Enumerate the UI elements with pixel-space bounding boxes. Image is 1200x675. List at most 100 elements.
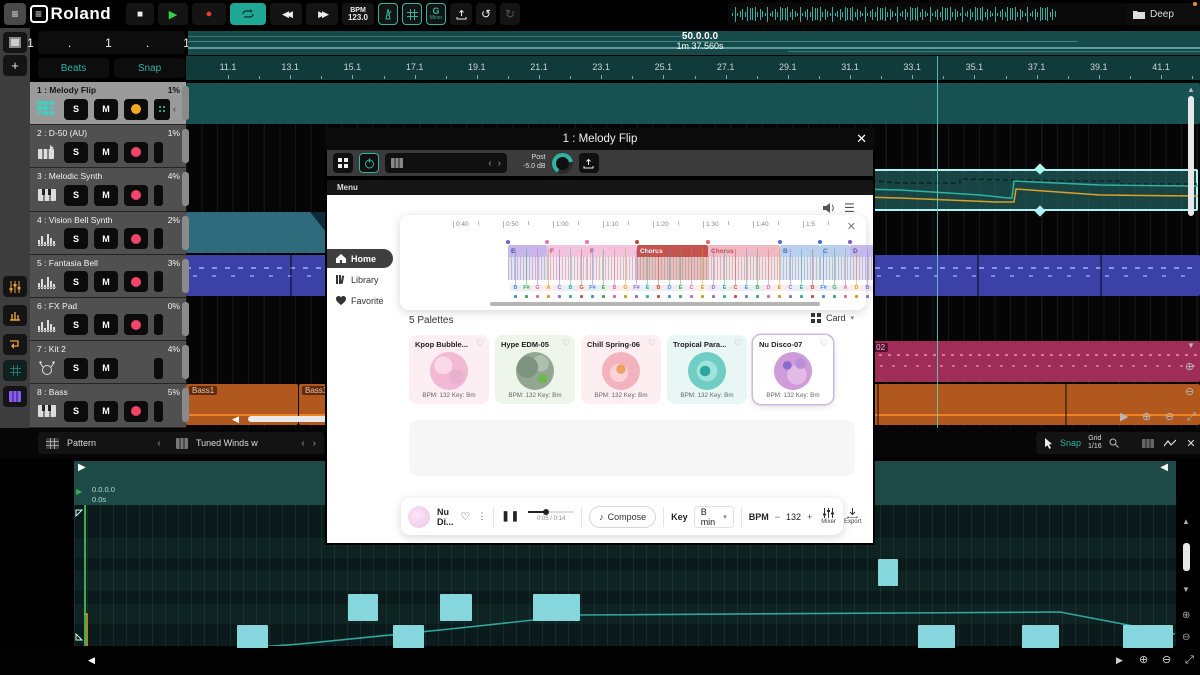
magnifier-icon[interactable] [1109, 438, 1119, 448]
track-row[interactable]: 7 : Kit 24%SM [30, 341, 186, 383]
track-row[interactable]: 4 : Vision Bell Synth2%SM [30, 212, 186, 254]
mute-button[interactable]: M [94, 185, 118, 206]
plugin-preset-dropdown[interactable]: ‹ › [385, 153, 507, 173]
piano-roll-button[interactable] [3, 386, 27, 407]
nav-item-library[interactable]: Library [327, 270, 389, 289]
note-block[interactable] [533, 594, 580, 621]
palette-dropzone[interactable] [409, 420, 855, 476]
record-arm-button[interactable] [124, 314, 148, 335]
loop-button[interactable] [230, 3, 266, 25]
menu-item[interactable]: Menu [337, 183, 358, 192]
play-button[interactable]: ▶ [158, 3, 188, 25]
solo-button[interactable]: S [64, 99, 88, 120]
plugin-grid-button[interactable] [333, 153, 353, 173]
section-block[interactable]: Chorus [708, 245, 780, 280]
solo-button[interactable]: S [64, 358, 88, 379]
editor-scroll-up-icon[interactable]: ▲ [1182, 518, 1190, 526]
ruler-tick[interactable]: 29.1 [768, 62, 808, 72]
record-arm-button[interactable] [124, 185, 148, 206]
timeline-ruler[interactable]: 11.113.115.117.119.121.123.125.127.129.1… [186, 56, 1200, 80]
sound-toggle-icon[interactable] [823, 202, 836, 214]
track-row[interactable]: 8 : Bass5%SM [30, 384, 186, 426]
collapse-chevron-icon[interactable]: ‹ [173, 104, 176, 114]
mute-button[interactable]: M [94, 271, 118, 292]
metronome-button[interactable] [378, 3, 398, 25]
mute-button[interactable]: M [94, 401, 118, 422]
redo-button[interactable]: ↻ [500, 3, 520, 25]
preset-selector[interactable]: Deep [1126, 3, 1200, 25]
editor-vertical-scrollbar[interactable] [1183, 543, 1190, 571]
cursor-icon[interactable] [1044, 438, 1053, 449]
mute-button[interactable]: M [94, 314, 118, 335]
plugin-power-button[interactable] [359, 153, 379, 173]
nav-item-home[interactable]: Home [327, 249, 393, 268]
grid-size-control[interactable]: Grid 1/16 [1088, 435, 1102, 450]
ruler-tick[interactable]: 21.1 [519, 62, 559, 72]
ruler-tick[interactable]: 15.1 [332, 62, 372, 72]
resize-handle-bottom-icon[interactable] [75, 633, 83, 641]
editor-zoom-out-icon[interactable]: ⊖ [1182, 633, 1190, 643]
mute-button[interactable]: M [94, 142, 118, 163]
palette-card[interactable]: Chill Spring-06♡BPM: 132 Key: Bm [581, 335, 661, 404]
loop-browser-button[interactable] [3, 334, 27, 355]
add-track-button[interactable]: + [3, 55, 27, 76]
clip-melody-flip[interactable] [186, 83, 1200, 124]
nav-item-favorite[interactable]: Favorite [327, 291, 389, 310]
mute-button[interactable]: M [94, 358, 118, 379]
lane-handle[interactable] [182, 129, 189, 163]
playhead-line[interactable] [937, 56, 938, 428]
fast-forward-button[interactable]: ▶▶ [306, 3, 338, 25]
track-row[interactable]: 2 : D-50 (AU)1%SM [30, 125, 186, 167]
progress-thumb[interactable] [543, 509, 549, 515]
piano-arrow-icon[interactable] [30, 145, 64, 160]
ruler-tick[interactable]: 23.1 [581, 62, 621, 72]
playhead-position-display[interactable]: 1 . 1 . 1 [38, 31, 185, 54]
grid-pads-icon[interactable] [30, 101, 64, 117]
zoom-out-v-icon[interactable]: ⊖ [1185, 387, 1194, 398]
bpm-plus-button[interactable]: + [807, 512, 812, 522]
mini-keys-icon[interactable] [30, 405, 64, 417]
preset-next-icon[interactable]: › [498, 158, 501, 169]
lane-handle[interactable] [182, 302, 189, 336]
mixer-button[interactable]: Mixer [821, 508, 836, 525]
export-button[interactable] [450, 3, 472, 25]
track-extra-button[interactable] [154, 401, 163, 422]
ruler-tick[interactable]: 31.1 [830, 62, 870, 72]
track-extra-button[interactable] [154, 314, 163, 335]
section-block[interactable]: F [587, 245, 637, 280]
note-block[interactable] [440, 594, 472, 621]
track-row[interactable]: 3 : Melodic Synth4%SM [30, 168, 186, 210]
palette-heart-icon[interactable]: ♡ [476, 338, 484, 349]
resize-handle-top-icon[interactable] [75, 509, 83, 517]
track-extra-button[interactable] [154, 185, 163, 206]
ruler-tick[interactable]: 13.1 [270, 62, 310, 72]
palette-heart-icon[interactable]: ♡ [734, 338, 742, 349]
lane-handle[interactable] [182, 388, 189, 422]
pattern-selector[interactable]: Pattern ‹ › [38, 432, 180, 454]
note-block[interactable] [348, 594, 378, 621]
ruler-tick[interactable]: 25.1 [643, 62, 683, 72]
track-extra-button[interactable] [154, 99, 170, 120]
bpm-minus-button[interactable]: − [775, 512, 780, 522]
eq-bars-icon[interactable] [30, 232, 64, 246]
instrument-selector[interactable]: Tuned Winds w ‹ › [168, 432, 324, 454]
rewind-button[interactable]: ◀◀ [270, 3, 302, 25]
record-arm-button[interactable] [124, 99, 148, 120]
ruler-tick[interactable]: 41.1 [1141, 62, 1181, 72]
zoom-in-v-icon[interactable]: ⊕ [1185, 362, 1194, 373]
record-button[interactable]: ● [192, 3, 226, 25]
scroll-left-icon[interactable]: ◀ [232, 415, 239, 424]
track-extra-button[interactable] [154, 271, 163, 292]
zoom-out-icon[interactable]: ⊖ [1165, 412, 1174, 423]
ruler-tick[interactable]: 35.1 [954, 62, 994, 72]
record-arm-button[interactable] [124, 401, 148, 422]
editor-end-marker[interactable]: ◀ [1160, 463, 1168, 473]
scroll-down-icon[interactable]: ▼ [1187, 342, 1195, 350]
palette-card[interactable]: Kpop Bubble...♡BPM: 132 Key: Bm [409, 335, 489, 404]
instrument-prev-icon[interactable]: ‹ [301, 438, 304, 449]
main-menu-button[interactable]: ≡ [4, 3, 26, 25]
vertical-scrollbar[interactable] [1188, 96, 1194, 216]
note-block[interactable] [878, 559, 898, 586]
ruler-tick[interactable]: 37.1 [1017, 62, 1057, 72]
solo-button[interactable]: S [64, 314, 88, 335]
